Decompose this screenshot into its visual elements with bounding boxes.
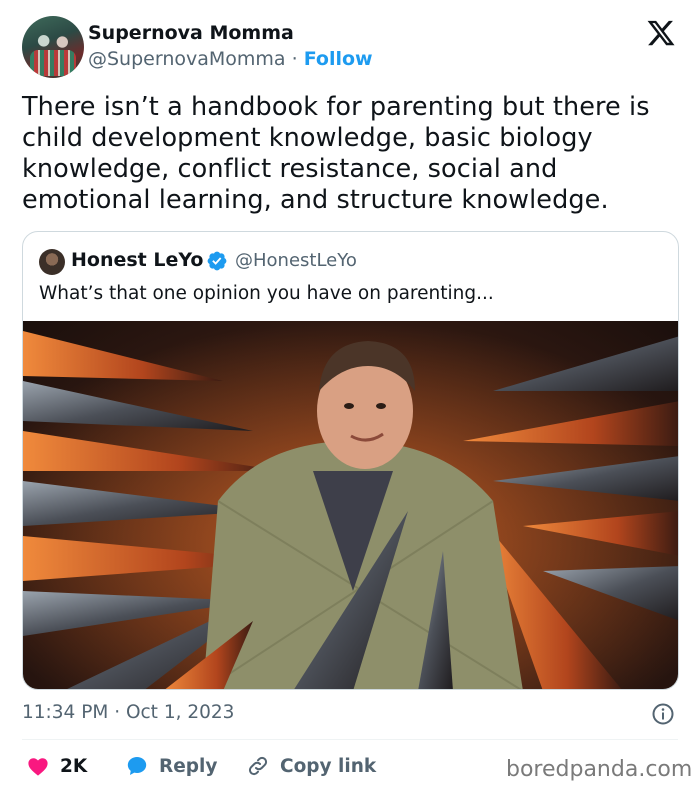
reply-button[interactable]: Reply [125,754,217,778]
verified-badge-icon [207,251,227,271]
quoted-author-handle: @HonestLeYo [235,250,357,271]
separator-dot: · [291,48,298,70]
quoted-author-avatar [39,249,65,275]
like-count: 2K [60,755,88,777]
x-logo-icon[interactable] [646,18,676,48]
divider [22,739,678,740]
reply-label: Reply [159,755,218,777]
author-display-name[interactable]: Supernova Momma [88,22,294,44]
tweet-text: There isn’t a handbook for parenting but… [22,92,650,215]
heart-icon [28,758,48,776]
tweet-timestamp[interactable]: 11:34 PM · Oct 1, 2023 [22,702,234,723]
speech-bubble-icon [127,757,147,775]
author-avatar[interactable] [22,16,84,78]
quoted-author-name: Honest LeYo [71,249,204,271]
follow-button[interactable]: Follow [304,48,373,70]
copy-link-label: Copy link [280,755,377,777]
author-handle[interactable]: @SupernovaMomma [88,48,286,70]
info-icon[interactable] [651,702,675,726]
quoted-tweet-text: What’s that one opinion you have on pare… [39,283,494,304]
quoted-tweet-image[interactable] [23,321,678,689]
like-button[interactable]: 2K [26,754,87,778]
author-handle-line: @SupernovaMomma · Follow [88,48,373,70]
boredpanda-watermark: boredpanda.com [506,757,693,782]
quoted-tweet-card[interactable]: Honest LeYo @HonestLeYo What’s that one … [22,231,679,690]
knives-meme-illustration [23,321,678,689]
copy-link-button[interactable]: Copy link [246,754,376,778]
link-icon [248,756,268,776]
